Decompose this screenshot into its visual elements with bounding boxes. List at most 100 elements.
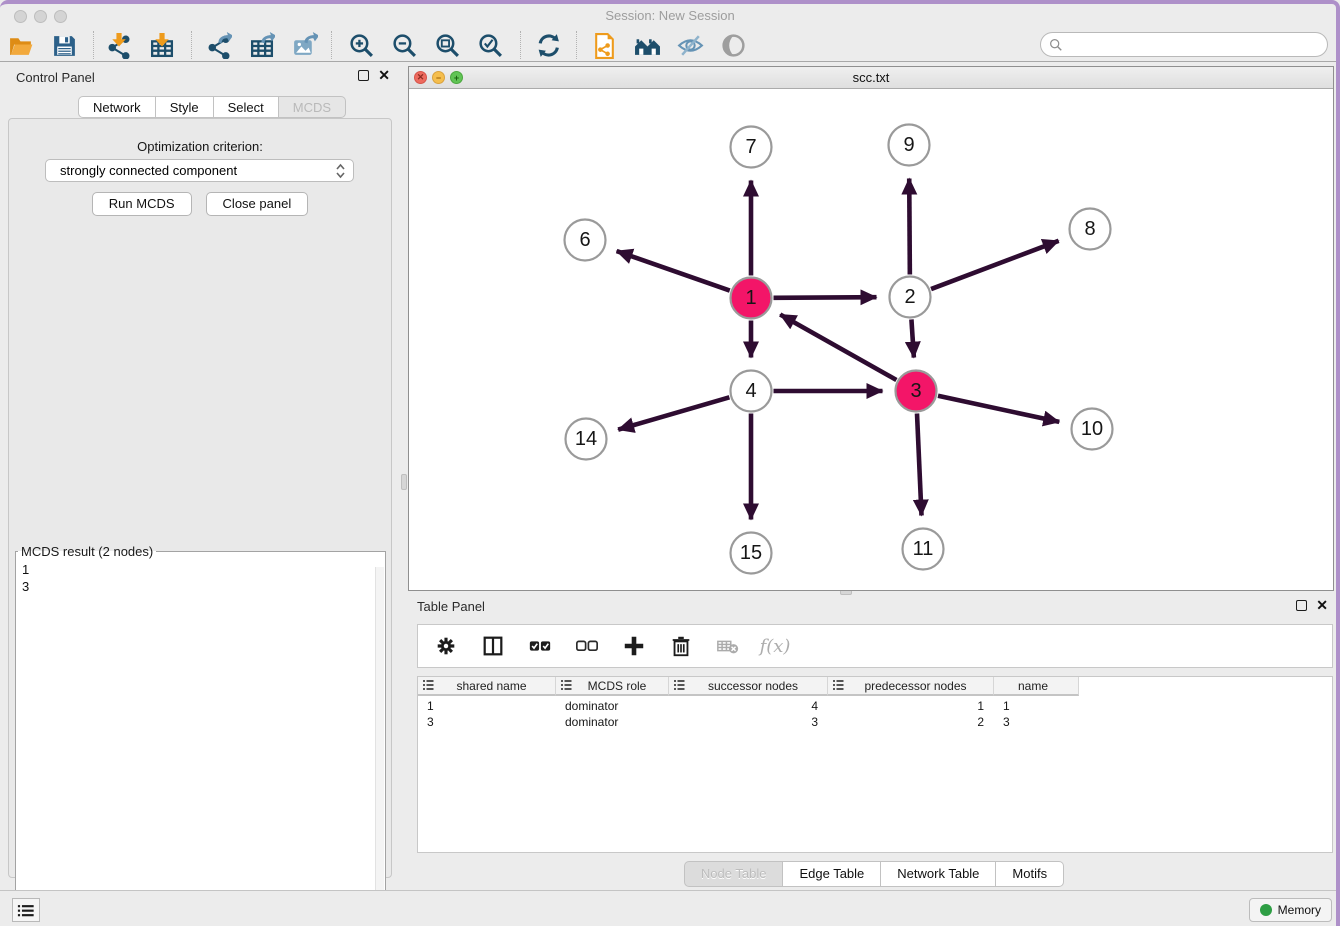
- deselect-all-icon[interactable]: [571, 631, 603, 661]
- tab-mcds[interactable]: MCDS: [279, 96, 346, 118]
- node-4[interactable]: 4: [731, 371, 772, 412]
- network-view-title: scc.txt: [409, 70, 1333, 85]
- search-box[interactable]: [1040, 32, 1328, 57]
- run-mcds-button[interactable]: Run MCDS: [92, 192, 192, 216]
- table-panel-title: Table Panel: [417, 599, 485, 614]
- refresh-network-icon[interactable]: [532, 30, 564, 60]
- node-2[interactable]: 2: [890, 277, 931, 318]
- column-header-predecessor-nodes[interactable]: predecessor nodes: [828, 677, 994, 696]
- network-canvas[interactable]: 1 2 3 4 6 7 8 9 10 11 14 15: [409, 89, 1333, 590]
- delete-table-icon[interactable]: [712, 631, 744, 661]
- column-header-successor-nodes[interactable]: successor nodes: [669, 677, 828, 696]
- vertical-splitter[interactable]: [400, 62, 408, 890]
- toolbar-group: [202, 28, 320, 62]
- float-panel-icon[interactable]: [1296, 600, 1307, 611]
- column-header-MCDS-role[interactable]: MCDS role: [556, 677, 669, 696]
- tab-network-table[interactable]: Network Table: [881, 861, 996, 887]
- node-3[interactable]: 3: [896, 371, 937, 412]
- edge-3-10[interactable]: [938, 396, 1059, 422]
- tab-edge-table[interactable]: Edge Table: [783, 861, 881, 887]
- tab-style[interactable]: Style: [156, 96, 214, 118]
- table-cell[interactable]: 4: [669, 699, 828, 715]
- zoom-fit-icon[interactable]: [431, 30, 463, 60]
- hide-selected-icon[interactable]: [674, 30, 706, 60]
- table-cell[interactable]: 1: [418, 699, 556, 715]
- edge-3-1[interactable]: [780, 314, 896, 380]
- first-neighbors-icon[interactable]: [631, 30, 663, 60]
- node-9[interactable]: 9: [889, 125, 930, 166]
- tab-select[interactable]: Select: [214, 96, 279, 118]
- new-network-from-selection-icon[interactable]: [588, 30, 620, 60]
- column-header-shared-name[interactable]: shared name: [418, 677, 556, 696]
- window-title: Session: New Session: [0, 8, 1340, 23]
- search-icon: [1049, 38, 1063, 52]
- add-row-icon[interactable]: [618, 631, 650, 661]
- export-network-icon[interactable]: [202, 30, 234, 60]
- table-row[interactable]: 3dominator323: [418, 715, 1079, 731]
- table-cell[interactable]: dominator: [556, 715, 669, 731]
- svg-text:8: 8: [1084, 218, 1095, 240]
- network-window-titlebar[interactable]: ✕ − + scc.txt: [409, 67, 1333, 89]
- node-15[interactable]: 15: [731, 533, 772, 574]
- tab-network[interactable]: Network: [78, 96, 156, 118]
- table-row[interactable]: 1dominator411: [418, 699, 1079, 715]
- memory-button[interactable]: Memory: [1249, 898, 1332, 922]
- task-history-button[interactable]: [12, 898, 40, 922]
- function-builder-icon[interactable]: f(x): [759, 631, 791, 661]
- node-14[interactable]: 14: [566, 419, 607, 460]
- gear-icon[interactable]: [430, 631, 462, 661]
- table-cell[interactable]: 1: [994, 699, 1079, 715]
- edge-1-2[interactable]: [773, 297, 876, 298]
- close-panel-icon[interactable]: ✕: [378, 70, 390, 81]
- float-panel-icon[interactable]: [358, 70, 369, 81]
- column-header-name[interactable]: name: [994, 677, 1079, 696]
- delete-row-icon[interactable]: [665, 631, 697, 661]
- table-cell[interactable]: dominator: [556, 699, 669, 715]
- table-cell[interactable]: 2: [828, 715, 994, 731]
- edge-2-3[interactable]: [911, 319, 913, 357]
- edge-2-8[interactable]: [931, 241, 1059, 289]
- mcds-result-list: 1 3: [16, 559, 385, 597]
- status-bar: Memory: [0, 890, 1340, 926]
- network-view-window: ✕ − + scc.txt 1 2 3 4 6 7 8 9 10 11 14 15: [408, 66, 1334, 591]
- open-session-icon[interactable]: [5, 30, 37, 60]
- tab-node-table[interactable]: Node Table: [684, 861, 784, 887]
- node-7[interactable]: 7: [731, 127, 772, 168]
- search-input[interactable]: [1068, 37, 1319, 52]
- result-scrollbar[interactable]: [375, 567, 384, 917]
- show-all-icon[interactable]: [717, 30, 749, 60]
- save-session-icon[interactable]: [48, 30, 80, 60]
- node-11[interactable]: 11: [903, 529, 944, 570]
- select-all-icon[interactable]: [524, 631, 556, 661]
- close-panel-button[interactable]: Close panel: [206, 192, 309, 216]
- mcds-result-box: MCDS result (2 nodes) 1 3: [15, 544, 386, 919]
- table-cell[interactable]: 3: [994, 715, 1079, 731]
- split-columns-icon[interactable]: [477, 631, 509, 661]
- node-1[interactable]: 1: [731, 278, 772, 319]
- tab-motifs[interactable]: Motifs: [996, 861, 1064, 887]
- export-image-icon[interactable]: [288, 30, 320, 60]
- mcds-panel: Optimization criterion: strongly connect…: [8, 118, 392, 878]
- zoom-out-icon[interactable]: [388, 30, 420, 60]
- edge-3-11[interactable]: [917, 413, 922, 515]
- node-10[interactable]: 10: [1072, 409, 1113, 450]
- import-network-icon[interactable]: [102, 30, 134, 60]
- criterion-dropdown[interactable]: strongly connected component: [45, 159, 354, 182]
- criterion-value: strongly connected component: [60, 163, 237, 178]
- zoom-selected-icon[interactable]: [474, 30, 506, 60]
- edge-4-14[interactable]: [618, 397, 729, 429]
- node-8[interactable]: 8: [1070, 209, 1111, 250]
- splitter-grip[interactable]: [401, 474, 407, 490]
- import-table-icon[interactable]: [145, 30, 177, 60]
- table-cell[interactable]: 3: [418, 715, 556, 731]
- main-toolbar: [0, 28, 1340, 62]
- table-cell[interactable]: 1: [828, 699, 994, 715]
- edge-2-9[interactable]: [909, 178, 910, 274]
- table-cell[interactable]: 3: [669, 715, 828, 731]
- edge-1-6[interactable]: [617, 251, 730, 291]
- control-panel-header: Control Panel ✕: [0, 66, 400, 90]
- zoom-in-icon[interactable]: [345, 30, 377, 60]
- export-table-icon[interactable]: [245, 30, 277, 60]
- close-panel-icon[interactable]: ✕: [1316, 600, 1328, 611]
- node-6[interactable]: 6: [565, 220, 606, 261]
